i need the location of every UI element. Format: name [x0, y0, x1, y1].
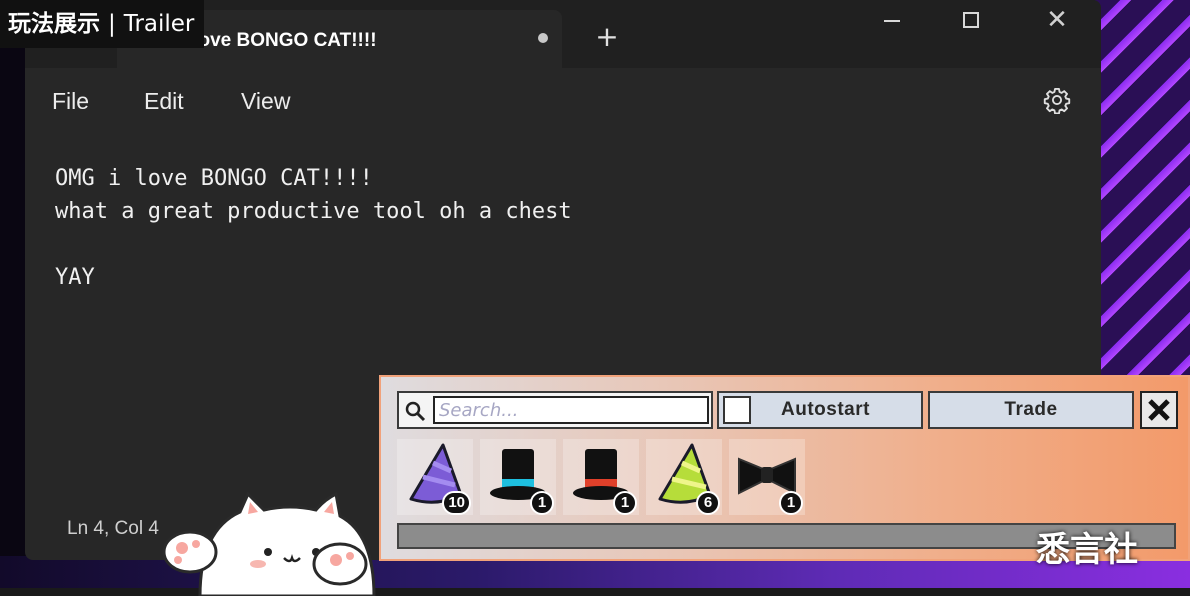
autostart-toggle[interactable]: Autostart — [717, 391, 923, 429]
item-count: 1 — [530, 491, 554, 515]
unsaved-indicator-icon — [538, 33, 548, 43]
autostart-checkbox[interactable] — [723, 396, 751, 424]
minimize-button[interactable] — [871, 4, 911, 36]
inventory-item[interactable]: 1 — [563, 439, 639, 515]
autostart-label: Autostart — [781, 399, 870, 420]
item-count: 1 — [779, 491, 803, 515]
menu-file[interactable]: File — [52, 88, 89, 115]
inventory-item[interactable]: 1 — [480, 439, 556, 515]
item-count: 1 — [613, 491, 637, 515]
close-panel-button[interactable] — [1140, 391, 1178, 429]
video-subtitle: Trailer — [123, 11, 195, 37]
maximize-button[interactable] — [951, 4, 991, 36]
video-label: 玩法展示 | Trailer — [0, 0, 205, 48]
menu-view[interactable]: View — [241, 88, 290, 115]
editor-line: what a great productive tool oh a chest — [55, 199, 572, 224]
video-tag: 玩法展示 — [8, 11, 100, 37]
close-icon — [1148, 399, 1170, 421]
search-input[interactable] — [433, 396, 709, 424]
new-tab-button[interactable]: + — [592, 22, 622, 52]
search-box — [397, 391, 713, 429]
cursor-position: Ln 4, Col 4 — [67, 518, 159, 539]
menu-bar: File Edit View — [25, 68, 1101, 132]
menu-edit[interactable]: Edit — [144, 88, 184, 115]
video-separator: | — [108, 11, 116, 37]
inventory-item[interactable]: 6 — [646, 439, 722, 515]
item-count: 6 — [696, 491, 720, 515]
inventory-item[interactable]: 10 — [397, 439, 473, 515]
close-window-button[interactable]: ✕ — [1037, 4, 1077, 36]
search-icon — [405, 401, 426, 422]
gear-icon[interactable] — [1043, 86, 1071, 114]
minimize-icon — [884, 20, 900, 22]
watermark: 悉言社 — [1036, 530, 1138, 570]
inventory-item[interactable]: 1 — [729, 439, 805, 515]
editor-line: YAY — [55, 265, 95, 290]
item-count: 10 — [442, 491, 471, 515]
trade-button[interactable]: Trade — [928, 391, 1134, 429]
editor-line: OMG i love BONGO CAT!!!! — [55, 166, 373, 191]
bongo-cat-mascot — [162, 491, 376, 596]
maximize-icon — [963, 12, 979, 28]
